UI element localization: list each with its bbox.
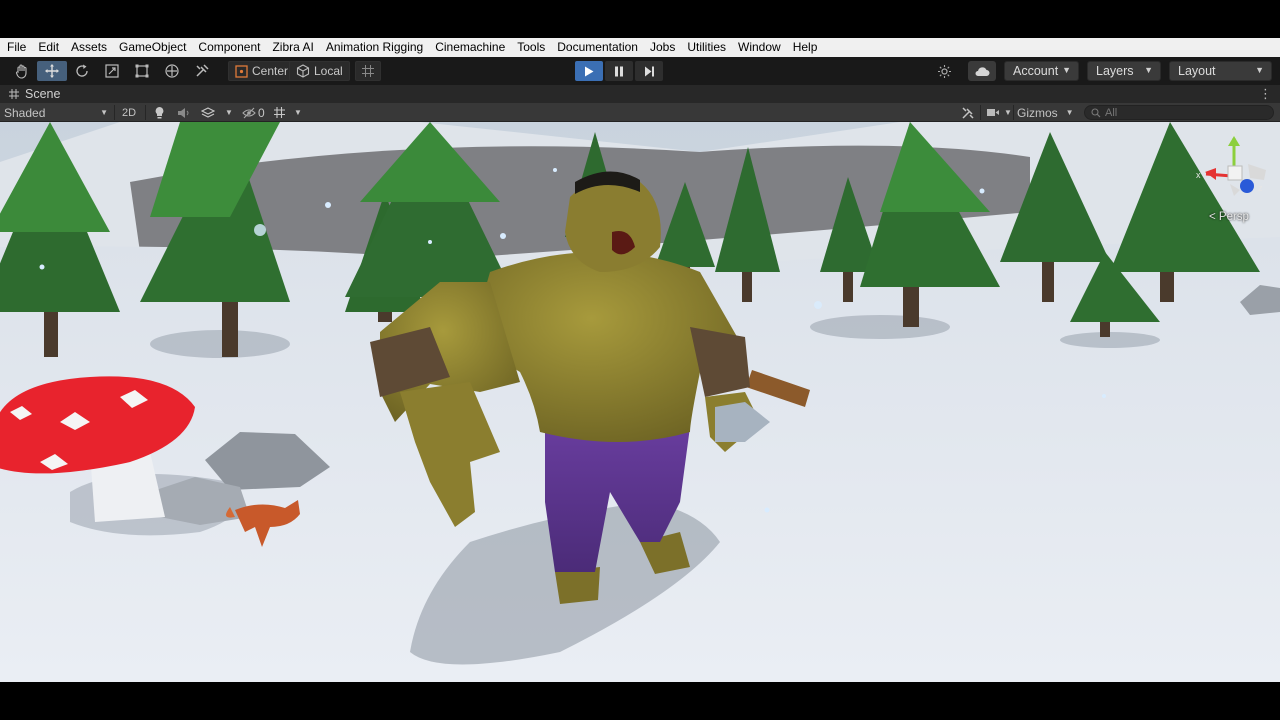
layout-label: Layout [1178,64,1216,78]
menu-assets[interactable]: Assets [65,38,113,57]
pivot-mode-toggle[interactable]: Center [228,61,296,81]
hidden-objects-toggle[interactable]: 0 [242,104,265,121]
chevron-down-icon: ▼ [1004,108,1012,117]
hand-tool-icon[interactable] [7,61,37,81]
main-toolbar: Center Local Account ▼ Layers ▼ Layout ▼ [0,57,1280,85]
grid-toggle-icon[interactable]: ▼ [273,104,302,121]
draw-mode-dropdown[interactable]: Shaded ▼ [4,104,110,121]
chevron-down-icon: ▼ [1255,65,1264,75]
toggle-2d-label: 2D [122,106,137,119]
lighting-toggle-icon[interactable] [154,104,165,121]
menu-zibra-ai[interactable]: Zibra AI [266,38,319,57]
search-placeholder: All [1105,106,1118,119]
menu-component[interactable]: Component [192,38,266,57]
rect-tool-icon[interactable] [127,61,157,81]
menu-documentation[interactable]: Documentation [551,38,644,57]
pivot-rotation-toggle[interactable]: Local [289,61,350,81]
toggle-2d-button[interactable]: 2D [122,104,136,121]
transform-tool-icon[interactable] [157,61,187,81]
chevron-down-icon: ▼ [294,108,302,117]
menu-help[interactable]: Help [787,38,824,57]
rotate-tool-icon[interactable] [67,61,97,81]
step-icon[interactable] [635,61,663,81]
gizmo-y-label: y [1231,127,1236,137]
playmode-controls [575,61,663,81]
pivot-mode-label: Center [252,64,289,78]
menu-animation-rigging[interactable]: Animation Rigging [320,38,429,57]
scene-toolbar: Shaded ▼ 2D ▼ 0 ▼ ▼ Gizmos ▼ All [0,103,1280,122]
projection-toggle-label[interactable]: < Persp [1209,211,1249,223]
camera-view-dropdown[interactable]: ▼ [986,104,1012,121]
move-tool-icon[interactable] [37,61,67,81]
custom-tool-icon[interactable] [187,61,217,81]
layers-dropdown[interactable]: Layers ▼ [1087,61,1161,81]
gizmo-z-label: z [1258,183,1263,193]
pause-icon[interactable] [605,61,633,81]
draw-mode-label: Shaded [4,105,46,120]
gizmos-dropdown[interactable]: Gizmos ▼ [1017,104,1074,121]
scene-render [0,122,1280,682]
eye-slash-icon [242,107,256,118]
play-icon[interactable] [575,61,603,81]
camera-icon [987,109,999,116]
menu-window[interactable]: Window [732,38,787,57]
menu-tools[interactable]: Tools [511,38,551,57]
chevron-down-icon: ▼ [1062,65,1071,75]
cloud-icon[interactable] [968,61,996,81]
hierarchy-search-input[interactable]: All [1084,105,1274,120]
light-probe-icon[interactable] [930,61,958,81]
grid-snap-icon [362,65,374,77]
gizmos-label: Gizmos [1017,105,1058,120]
tab-scene-label: Scene [25,87,61,101]
menu-bar: File Edit Assets GameObject Component Zi… [0,38,1280,57]
chevron-down-icon: ▼ [1065,108,1074,117]
separator [1013,105,1014,120]
scale-tool-icon[interactable] [97,61,127,81]
account-dropdown[interactable]: Account ▼ [1004,61,1079,81]
tree-shadow [150,330,290,358]
separator [145,105,146,120]
menu-jobs[interactable]: Jobs [644,38,681,57]
chevron-down-icon: ▼ [100,108,108,117]
effects-toggle-icon[interactable]: ▼ [201,104,233,121]
tools-overlay-icon[interactable] [961,104,975,121]
menu-cinemachine[interactable]: Cinemachine [429,38,511,57]
more-options-icon[interactable]: ⋮ [1259,86,1272,102]
gizmo-x-label: x [1196,170,1201,180]
tab-scene[interactable]: Scene [0,85,60,103]
menu-file[interactable]: File [0,38,32,57]
grid-snapping-toggle[interactable] [355,61,381,81]
local-cube-icon [296,64,310,78]
separator [980,105,981,120]
layers-label: Layers [1096,64,1134,78]
scene-grid-icon [9,89,19,99]
pivot-center-icon [235,64,248,78]
tree-shadow [810,315,950,339]
letterbox-bottom [0,682,1280,720]
menu-edit[interactable]: Edit [32,38,65,57]
menu-utilities[interactable]: Utilities [681,38,732,57]
hidden-count-label: 0 [258,105,265,120]
scene-tab-bar: Scene ⋮ [0,85,1280,103]
separator [114,105,115,120]
menu-gameobject[interactable]: GameObject [113,38,192,57]
audio-toggle-icon[interactable] [177,104,191,121]
search-icon [1091,107,1101,117]
transform-tools [7,61,217,81]
chevron-down-icon: ▼ [1144,65,1153,75]
chevron-down-icon: ▼ [225,108,233,117]
account-label: Account [1013,64,1059,78]
scene-viewport[interactable]: y x z < Persp [0,122,1280,682]
pivot-rotation-label: Local [314,64,343,78]
letterbox-top [0,0,1280,38]
layout-dropdown[interactable]: Layout ▼ [1169,61,1272,81]
